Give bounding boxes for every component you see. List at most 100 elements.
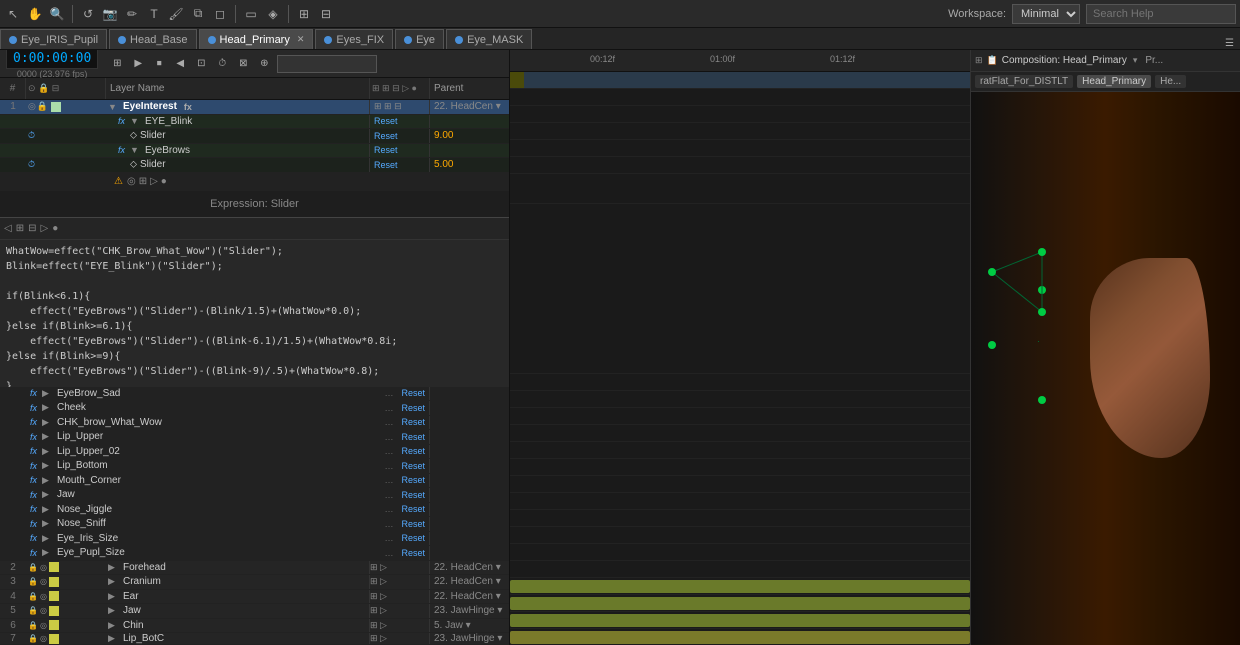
ei-reset-mouth-corner[interactable]: Reset xyxy=(398,475,430,485)
ei-expand-3[interactable]: ▶ xyxy=(42,417,52,428)
layer-row-4[interactable]: 4 🔒 ◎ ▶ Ear ⊞ ▷ 22. HeadCen ▾ xyxy=(0,590,509,605)
search-input[interactable] xyxy=(1086,4,1236,24)
grid-icon[interactable]: ⊟ xyxy=(317,5,335,23)
tab-eyes-fix[interactable]: Eyes_FIX xyxy=(315,29,393,49)
comp-subtab-he[interactable]: He... xyxy=(1155,75,1186,88)
effect-item-cheek[interactable]: fx ▶ Cheek … Reset xyxy=(0,401,509,416)
ei-reset-nose-sniff[interactable]: Reset xyxy=(398,519,430,529)
effect-expand-eyebrows[interactable]: ▼ xyxy=(130,145,140,155)
layer-expand-4[interactable]: ▶ xyxy=(108,591,118,602)
layer-solo-1[interactable]: ◎ xyxy=(28,101,36,112)
ei-reset-lip-upper-02[interactable]: Reset xyxy=(398,446,430,456)
tab-head-base[interactable]: Head_Base xyxy=(109,29,197,49)
rotate-tool-icon[interactable]: ↺ xyxy=(79,5,97,23)
ei-reset-lip-upper[interactable]: Reset xyxy=(398,432,430,442)
layer-row-7[interactable]: 7 🔒 ◎ ▶ Lip_BotC ⊞ ▷ 23. JawHinge ▾ xyxy=(0,633,509,645)
layer-search-input[interactable] xyxy=(277,55,377,73)
timeline-ctrl-2[interactable]: ▶ xyxy=(129,55,147,73)
effect-row-eyebrows[interactable]: fx ▼ EyeBrows Reset xyxy=(0,144,509,159)
property-row-slider2[interactable]: ⏱ ⬦ Slider Reset 5.00 xyxy=(0,158,509,173)
snap-icon[interactable]: ⊞ xyxy=(295,5,313,23)
comp-tab-primar[interactable]: Pr... xyxy=(1145,55,1163,66)
layer-expand-5[interactable]: ▶ xyxy=(108,605,118,616)
comp-dropdown[interactable]: ▾ xyxy=(1133,55,1138,66)
clone-tool-icon[interactable]: ⧉ xyxy=(189,5,207,23)
effect-expand-eye-blink[interactable]: ▼ xyxy=(130,116,140,126)
workspace-select[interactable]: Minimal xyxy=(1012,4,1080,24)
ei-expand-12[interactable]: ▶ xyxy=(42,547,52,558)
ei-expand-1[interactable]: ▶ xyxy=(42,388,52,399)
ei-reset-eyebrow-sad[interactable]: Reset xyxy=(398,388,430,398)
timeline-ctrl-8[interactable]: ⊕ xyxy=(255,55,273,73)
effect-item-eyebrow-sad[interactable]: fx ▶ EyeBrow_Sad … Reset xyxy=(0,387,509,402)
tracks-area[interactable] xyxy=(510,72,970,645)
arrow-tool-icon[interactable]: ↖ xyxy=(4,5,22,23)
brush-tool-icon[interactable]: 🖌 xyxy=(167,5,185,23)
effect-item-eye-pupl-size[interactable]: fx ▶ Eye_Pupl_Size … Reset xyxy=(0,546,509,561)
timeline-ctrl-4[interactable]: ◀ xyxy=(171,55,189,73)
ei-expand-10[interactable]: ▶ xyxy=(42,518,52,529)
expr-icon-4[interactable]: ▷ xyxy=(40,223,48,234)
eraser-tool-icon[interactable]: ◻ xyxy=(211,5,229,23)
layers-scroll-container[interactable]: 1 ◎ 🔒 ▼ EyeInterest fx ⊞ ⊞ ⊟ 22. HeadCen… xyxy=(0,100,509,645)
effect-row-eye-blink[interactable]: fx ▼ EYE_Blink Reset xyxy=(0,115,509,130)
layer-row-2[interactable]: 2 🔒 ◎ ▶ Forehead ⊞ ▷ 22. HeadCen ▾ xyxy=(0,561,509,576)
ei-expand-7[interactable]: ▶ xyxy=(42,475,52,486)
ei-reset-jaw[interactable]: Reset xyxy=(398,490,430,500)
ei-expand-11[interactable]: ▶ xyxy=(42,533,52,544)
ei-expand-5[interactable]: ▶ xyxy=(42,446,52,457)
effect-item-mouth-corner[interactable]: fx ▶ Mouth_Corner … Reset xyxy=(0,474,509,489)
layer-vis-3[interactable]: ◎ xyxy=(40,577,47,586)
effect-item-chk-brow[interactable]: fx ▶ CHK_brow_What_Wow … Reset xyxy=(0,416,509,431)
effect-item-lip-upper-02[interactable]: fx ▶ Lip_Upper_02 … Reset xyxy=(0,445,509,460)
puppet-tool-icon[interactable]: ◈ xyxy=(264,5,282,23)
stopwatch-slider1[interactable]: ⏱ xyxy=(28,130,35,141)
ei-expand-8[interactable]: ▶ xyxy=(42,489,52,500)
warn-icon-4[interactable]: ● xyxy=(161,176,167,187)
property-row-slider1[interactable]: ⏱ ⬦ Slider Reset 9.00 xyxy=(0,129,509,144)
layer-lock-5[interactable]: 🔒 xyxy=(28,606,38,615)
layer-expand-2[interactable]: ▶ xyxy=(108,562,118,573)
ei-reset-nose-jiggle[interactable]: Reset xyxy=(398,504,430,514)
shape-tool-icon[interactable]: ▭ xyxy=(242,5,260,23)
ei-expand-9[interactable]: ▶ xyxy=(42,504,52,515)
effect-item-eye-iris-size[interactable]: fx ▶ Eye_Iris_Size … Reset xyxy=(0,532,509,547)
timeline-ctrl-1[interactable]: ⊞ xyxy=(108,55,126,73)
hand-tool-icon[interactable]: ✋ xyxy=(26,5,44,23)
ei-reset-eye-pupl-size[interactable]: Reset xyxy=(398,548,430,558)
layer-row-6[interactable]: 6 🔒 ◎ ▶ Chin ⊞ ▷ 5. Jaw ▾ xyxy=(0,619,509,634)
ei-expand-6[interactable]: ▶ xyxy=(42,460,52,471)
timeline-ctrl-3[interactable]: ⏹ xyxy=(150,55,168,73)
layer-vis-7[interactable]: ◎ xyxy=(40,634,47,643)
effect-item-nose-sniff[interactable]: fx ▶ Nose_Sniff … Reset xyxy=(0,517,509,532)
tab-close-head-primary[interactable]: ✕ xyxy=(297,34,305,45)
ei-reset-lip-bottom[interactable]: Reset xyxy=(398,461,430,471)
comp-subtab-ratflat[interactable]: ratFlat_For_DISTLT xyxy=(975,75,1073,88)
timeline-ctrl-6[interactable]: ⏱ xyxy=(213,55,231,73)
ei-reset-chk-brow[interactable]: Reset xyxy=(398,417,430,427)
timeline-ctrl-7[interactable]: ⊠ xyxy=(234,55,252,73)
layer-vis-4[interactable]: ◎ xyxy=(40,592,47,601)
tab-eye[interactable]: Eye xyxy=(395,29,444,49)
layer-vis-6[interactable]: ◎ xyxy=(40,621,47,630)
pen-tool-icon[interactable]: ✏ xyxy=(123,5,141,23)
layer-row-5[interactable]: 5 🔒 ◎ ▶ Jaw ⊞ ▷ 23. JawHinge ▾ xyxy=(0,604,509,619)
layer-vis-5[interactable]: ◎ xyxy=(40,606,47,615)
effect-item-lip-bottom[interactable]: fx ▶ Lip_Bottom … Reset xyxy=(0,459,509,474)
layer-lock-7[interactable]: 🔒 xyxy=(28,634,38,643)
property-reset-slider1[interactable]: Reset xyxy=(370,131,402,141)
layer-lock-2[interactable]: 🔒 xyxy=(28,563,38,572)
timeline-ctrl-5[interactable]: ⊡ xyxy=(192,55,210,73)
layer-vis-2[interactable]: ◎ xyxy=(40,563,47,572)
expr-icon-3[interactable]: ⊟ xyxy=(28,223,36,234)
expr-icon-5[interactable]: ● xyxy=(52,223,58,234)
ei-reset-eye-iris-size[interactable]: Reset xyxy=(398,533,430,543)
layer-lock-1[interactable]: 🔒 xyxy=(37,101,48,112)
ei-expand-4[interactable]: ▶ xyxy=(42,431,52,442)
layer-expand-7[interactable]: ▶ xyxy=(108,633,118,644)
tab-head-primary[interactable]: Head_Primary ✕ xyxy=(199,29,314,49)
effect-item-lip-upper[interactable]: fx ▶ Lip_Upper … Reset xyxy=(0,430,509,445)
effect-item-nose-jiggle[interactable]: fx ▶ Nose_Jiggle … Reset xyxy=(0,503,509,518)
effect-reset-eye-blink[interactable]: Reset xyxy=(370,116,402,126)
tab-menu-button[interactable]: ☰ xyxy=(1219,38,1240,49)
